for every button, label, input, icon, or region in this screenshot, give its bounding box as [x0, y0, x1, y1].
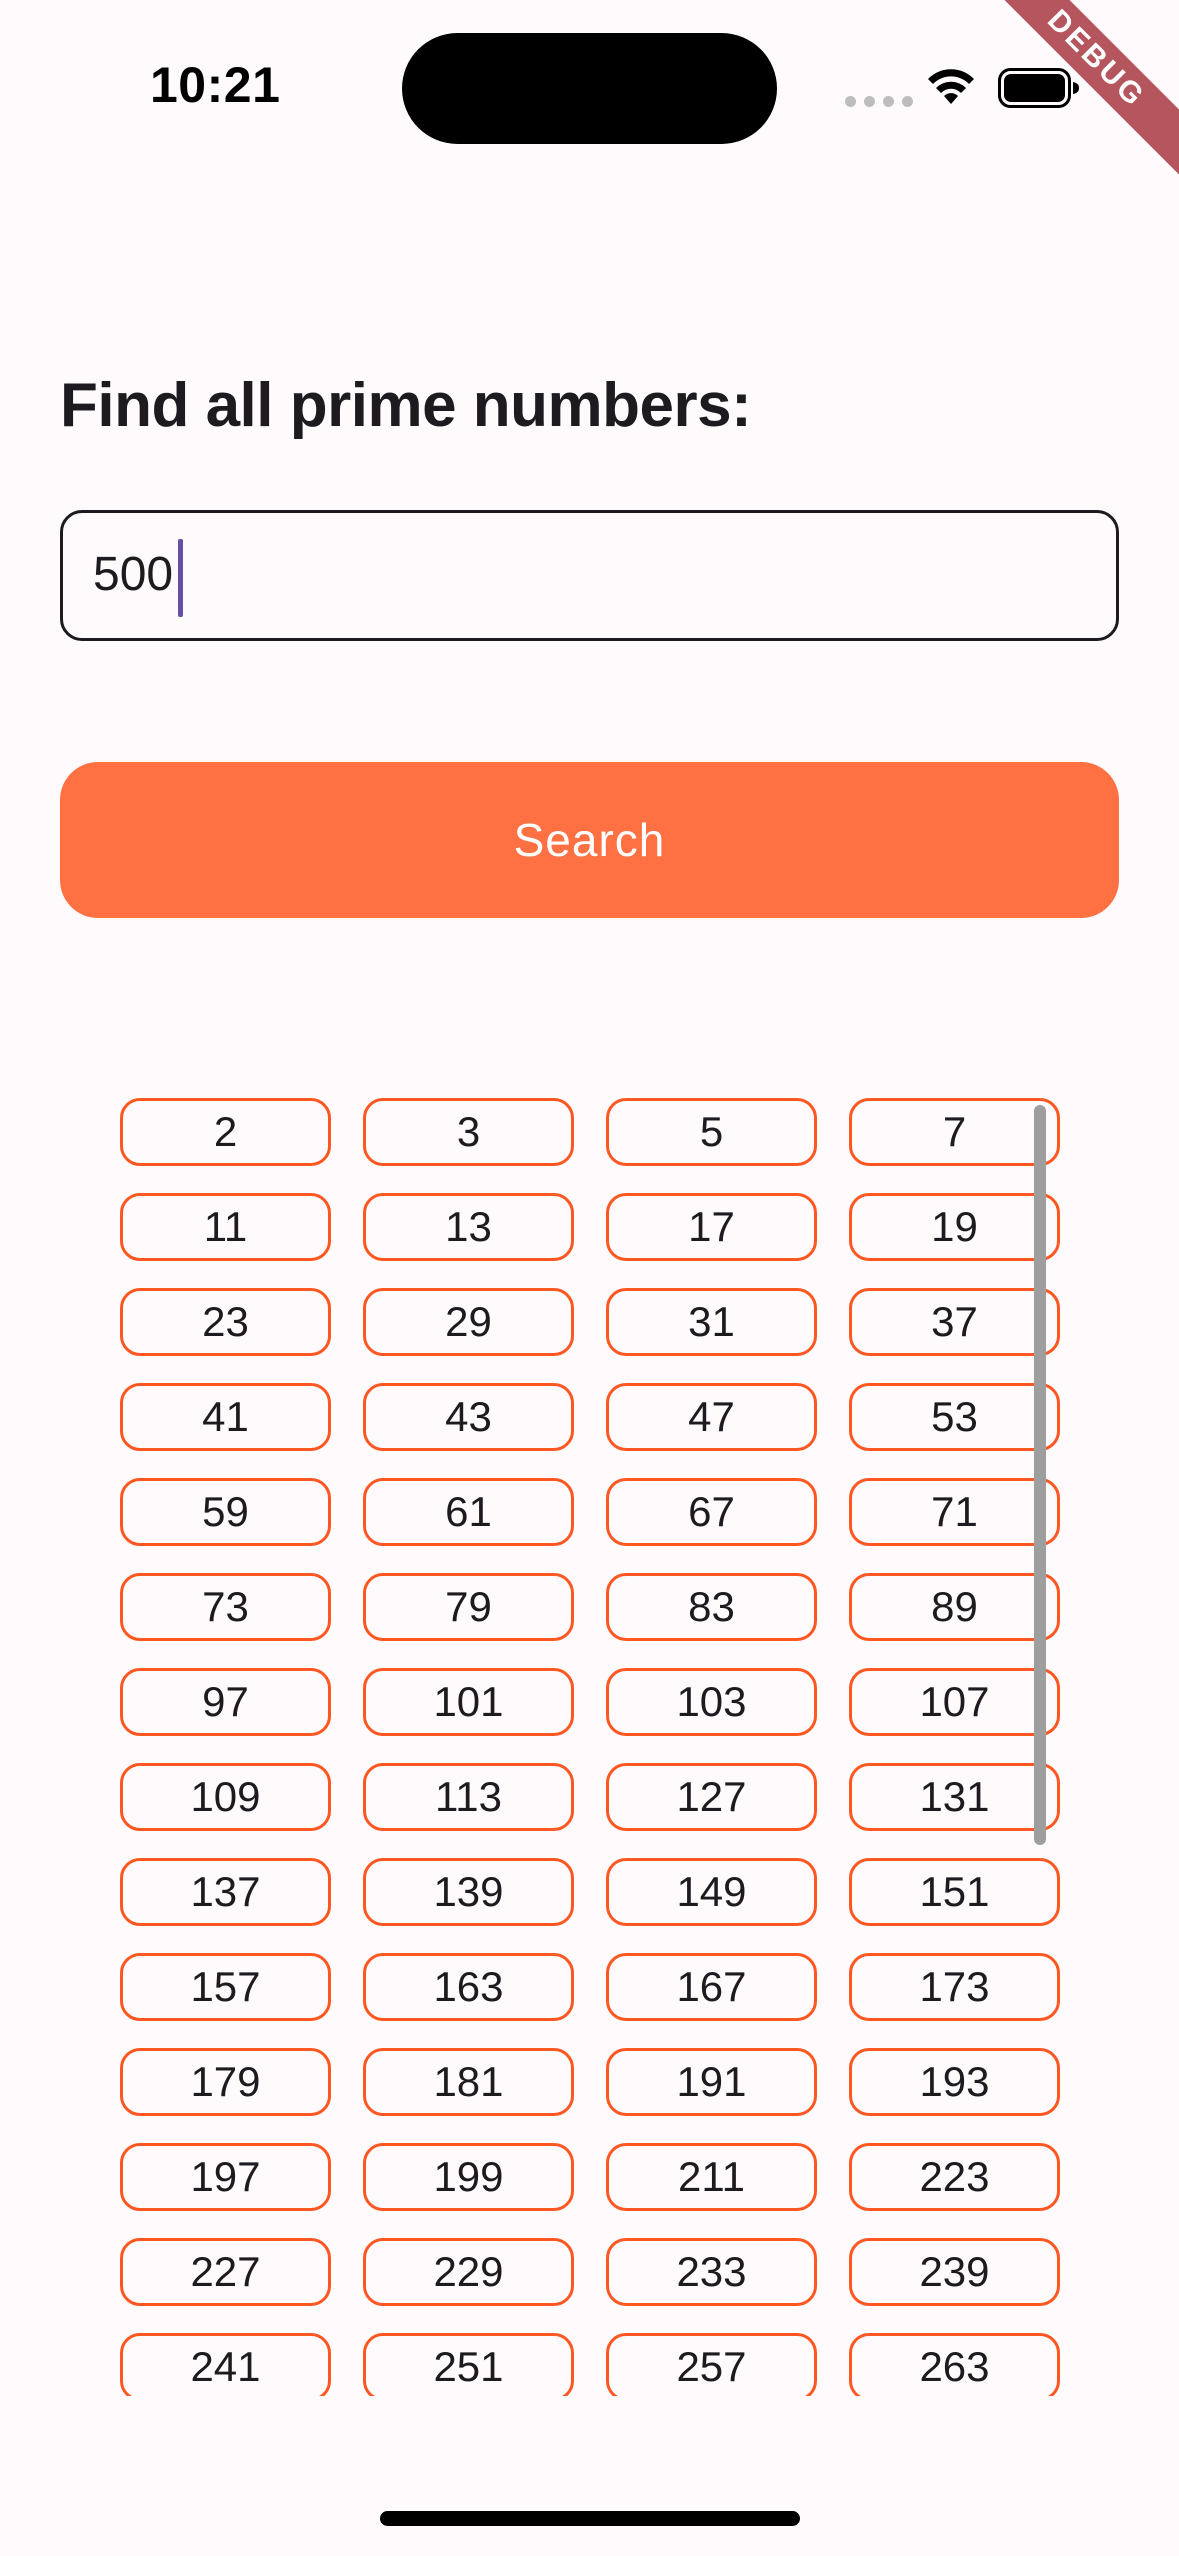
prime-chip: 193: [849, 2048, 1060, 2116]
prime-chip: 113: [363, 1763, 574, 1831]
prime-chip: 191: [606, 2048, 817, 2116]
prime-chip: 2: [120, 1098, 331, 1166]
prime-chip: 59: [120, 1478, 331, 1546]
number-input[interactable]: 500: [60, 510, 1119, 641]
prime-chip: 127: [606, 1763, 817, 1831]
prime-chip: 257: [606, 2333, 817, 2396]
prime-chip: 239: [849, 2238, 1060, 2306]
prime-chip: 97: [120, 1668, 331, 1736]
prime-chip: 71: [849, 1478, 1060, 1546]
prime-chip: 137: [120, 1858, 331, 1926]
prime-chip: 151: [849, 1858, 1060, 1926]
prime-chip: 61: [363, 1478, 574, 1546]
primes-grid-viewport[interactable]: 2 3 5 7 11 13 17 19 23 29 31 37 41 43 47 53 59 61 67 71 73 79…: [118, 1096, 1063, 2396]
prime-chip: 181: [363, 2048, 574, 2116]
prime-chip: 67: [606, 1478, 817, 1546]
prime-chip: 199: [363, 2143, 574, 2211]
prime-chip: 83: [606, 1573, 817, 1641]
prime-chip: 167: [606, 1953, 817, 2021]
home-indicator[interactable]: [380, 2511, 800, 2526]
prime-chip: 37: [849, 1288, 1060, 1356]
prime-chip: 3: [363, 1098, 574, 1166]
prime-chip: 103: [606, 1668, 817, 1736]
prime-chip: 139: [363, 1858, 574, 1926]
page-title: Find all prime numbers:: [60, 371, 752, 440]
search-button[interactable]: Search: [60, 762, 1119, 918]
prime-chip: 163: [363, 1953, 574, 2021]
prime-chip: 29: [363, 1288, 574, 1356]
prime-chip: 23: [120, 1288, 331, 1356]
primes-grid: 2 3 5 7 11 13 17 19 23 29 31 37 41 43 47 53 59 61 67 71 73 79…: [118, 1096, 1063, 2396]
number-input-value: 500: [93, 548, 174, 601]
prime-chip: 5: [606, 1098, 817, 1166]
app-screen: 10:21 DEBUG Find all prime numbers: 500 …: [0, 0, 1179, 2556]
prime-chip: 73: [120, 1573, 331, 1641]
prime-chip: 223: [849, 2143, 1060, 2211]
battery-icon: [998, 68, 1079, 108]
prime-chip: 101: [363, 1668, 574, 1736]
prime-chip: 13: [363, 1193, 574, 1261]
prime-chip: 31: [606, 1288, 817, 1356]
prime-chip: 149: [606, 1858, 817, 1926]
prime-chip: 179: [120, 2048, 331, 2116]
prime-chip: 263: [849, 2333, 1060, 2396]
dynamic-island: [402, 33, 777, 144]
wifi-icon: [928, 69, 974, 104]
prime-chip: 241: [120, 2333, 331, 2396]
text-cursor: [178, 539, 183, 617]
prime-chip: 7: [849, 1098, 1060, 1166]
prime-chip: 41: [120, 1383, 331, 1451]
prime-chip: 157: [120, 1953, 331, 2021]
prime-chip: 251: [363, 2333, 574, 2396]
prime-chip: 47: [606, 1383, 817, 1451]
prime-chip: 227: [120, 2238, 331, 2306]
prime-chip: 53: [849, 1383, 1060, 1451]
prime-chip: 109: [120, 1763, 331, 1831]
prime-chip: 43: [363, 1383, 574, 1451]
prime-chip: 173: [849, 1953, 1060, 2021]
prime-chip: 11: [120, 1193, 331, 1261]
grid-scrollbar[interactable]: [1034, 1105, 1046, 1845]
signal-icon: [845, 96, 913, 107]
prime-chip: 229: [363, 2238, 574, 2306]
status-time: 10:21: [150, 57, 281, 113]
prime-chip: 107: [849, 1668, 1060, 1736]
prime-chip: 19: [849, 1193, 1060, 1261]
prime-chip: 233: [606, 2238, 817, 2306]
prime-chip: 131: [849, 1763, 1060, 1831]
prime-chip: 89: [849, 1573, 1060, 1641]
prime-chip: 197: [120, 2143, 331, 2211]
prime-chip: 79: [363, 1573, 574, 1641]
prime-chip: 211: [606, 2143, 817, 2211]
prime-chip: 17: [606, 1193, 817, 1261]
